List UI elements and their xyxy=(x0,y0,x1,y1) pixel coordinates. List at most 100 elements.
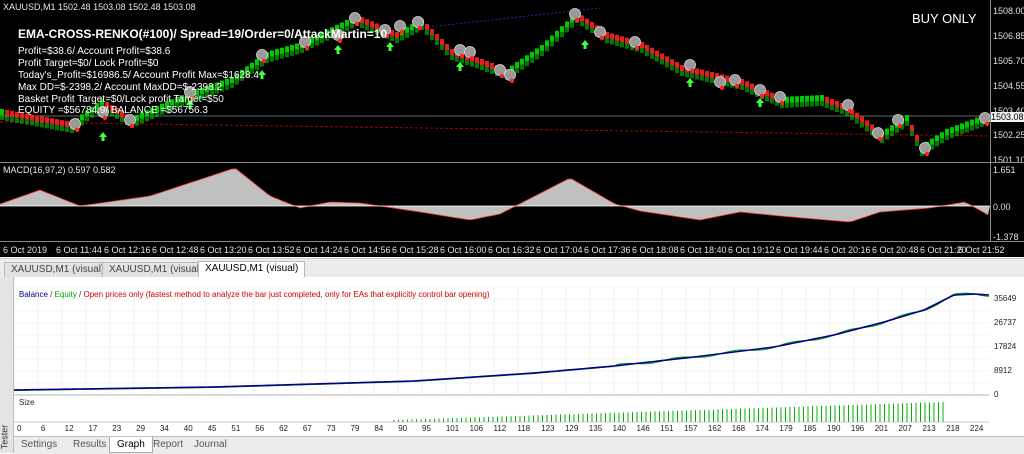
tester-side-label: Tester xyxy=(0,424,10,450)
renko-brick xyxy=(645,44,649,51)
renko-brick xyxy=(565,27,569,33)
trade-close-dot xyxy=(261,58,267,64)
macd-tick: 1.651 xyxy=(993,165,1016,175)
tab-journal[interactable]: Journal xyxy=(187,437,234,452)
price-tick: 1504.55 xyxy=(993,81,1024,91)
renko-brick xyxy=(680,71,684,76)
renko-brick xyxy=(620,36,624,43)
renko-brick xyxy=(680,65,684,71)
renko-brick xyxy=(710,72,714,78)
renko-brick xyxy=(800,102,804,107)
renko-brick xyxy=(895,127,899,133)
renko-brick xyxy=(460,58,464,64)
trade-marker-icon xyxy=(454,44,466,56)
price-tick: 1505.70 xyxy=(993,56,1024,66)
renko-brick xyxy=(470,61,474,67)
renko-brick xyxy=(140,118,144,124)
panel-separator[interactable] xyxy=(0,162,1024,163)
buy-arrow-icon xyxy=(581,40,589,49)
renko-brick xyxy=(915,141,919,146)
time-tick: 6 Oct 17:04 xyxy=(536,245,583,255)
trade-close-dot xyxy=(984,121,990,127)
renko-brick xyxy=(940,138,944,144)
renko-brick xyxy=(955,131,959,137)
ea-stat-maxdd: Max DD=$-2398.2/ Account MaxDD=$-2398.2 xyxy=(18,82,222,93)
balance-y-tick: 26737 xyxy=(994,318,1017,327)
renko-brick xyxy=(230,83,234,88)
renko-brick xyxy=(540,45,544,51)
renko-brick xyxy=(625,43,629,49)
renko-brick xyxy=(805,95,809,102)
renko-brick xyxy=(685,72,689,78)
renko-brick xyxy=(670,65,674,71)
renko-brick xyxy=(865,120,869,127)
renko-brick xyxy=(85,116,89,122)
chart-tab-1[interactable]: XAUUSD,M1 (visual) xyxy=(4,262,112,277)
renko-brick xyxy=(480,65,484,70)
trade-marker-icon xyxy=(494,64,506,76)
renko-brick xyxy=(475,63,479,69)
renko-brick xyxy=(455,56,459,62)
renko-brick xyxy=(615,40,619,46)
trade-close-dot xyxy=(599,35,605,41)
renko-brick xyxy=(590,28,594,33)
price-chart[interactable]: XAUUSD,M1 1502.48 1503.08 1502.48 1503.0… xyxy=(0,0,1024,257)
renko-brick xyxy=(865,126,869,132)
renko-brick xyxy=(855,118,859,124)
time-tick: 6 Oct 13:20 xyxy=(200,245,247,255)
renko-brick xyxy=(450,55,454,60)
macd-panel[interactable] xyxy=(0,164,990,241)
renko-brick xyxy=(610,39,614,45)
renko-brick xyxy=(390,35,394,41)
trade-close-dot xyxy=(74,127,80,133)
renko-brick xyxy=(520,64,524,70)
current-price-marker: 1503.08 xyxy=(991,112,1024,122)
renko-brick xyxy=(830,99,834,105)
renko-brick xyxy=(280,53,284,59)
renko-brick xyxy=(485,61,489,67)
renko-brick xyxy=(270,56,274,62)
renko-brick xyxy=(710,78,714,83)
trade-marker-icon xyxy=(594,26,606,38)
renko-brick xyxy=(795,96,799,103)
time-tick: 6 Oct 12:48 xyxy=(152,245,199,255)
trade-close-dot xyxy=(634,45,640,51)
renko-brick xyxy=(620,42,624,48)
trade-marker-icon xyxy=(754,84,766,96)
tab-settings[interactable]: Settings xyxy=(14,437,64,452)
renko-brick xyxy=(810,95,814,102)
time-tick: 6 Oct 2019 xyxy=(3,245,48,255)
renko-brick xyxy=(695,74,699,80)
time-tick: 6 Oct 18:40 xyxy=(680,245,727,255)
time-tick: 6 Oct 16:32 xyxy=(488,245,535,255)
buy-arrow-icon xyxy=(756,98,764,107)
renko-brick xyxy=(55,119,59,126)
size-label: Size xyxy=(19,398,35,407)
chart-tab-2[interactable]: XAUUSD,M1 (visual) xyxy=(102,262,210,277)
trade-close-dot xyxy=(574,17,580,23)
renko-brick xyxy=(670,59,674,66)
renko-brick xyxy=(530,51,534,58)
renko-brick xyxy=(860,116,864,123)
renko-brick xyxy=(705,70,709,77)
renko-brick xyxy=(655,56,659,62)
renko-price-panel[interactable] xyxy=(0,0,990,162)
renko-brick xyxy=(915,135,919,141)
renko-brick xyxy=(660,53,664,60)
trade-close-dot xyxy=(399,29,405,35)
renko-brick xyxy=(0,115,4,120)
trade-close-dot xyxy=(304,45,310,51)
renko-brick xyxy=(785,102,789,108)
renko-brick xyxy=(535,48,539,55)
renko-brick xyxy=(560,26,564,33)
tab-report[interactable]: Report xyxy=(146,437,190,452)
time-tick: 6 Oct 12:16 xyxy=(104,245,151,255)
time-tick: 6 Oct 21:20 xyxy=(920,245,967,255)
renko-brick xyxy=(860,122,864,128)
renko-brick xyxy=(555,30,559,37)
trade-close-dot xyxy=(469,55,475,61)
tab-results[interactable]: Results xyxy=(66,437,113,452)
time-tick: 6 Oct 13:52 xyxy=(248,245,295,255)
chart-tab-3[interactable]: XAUUSD,M1 (visual) xyxy=(198,261,306,278)
balance-y-tick: 0 xyxy=(994,390,999,399)
